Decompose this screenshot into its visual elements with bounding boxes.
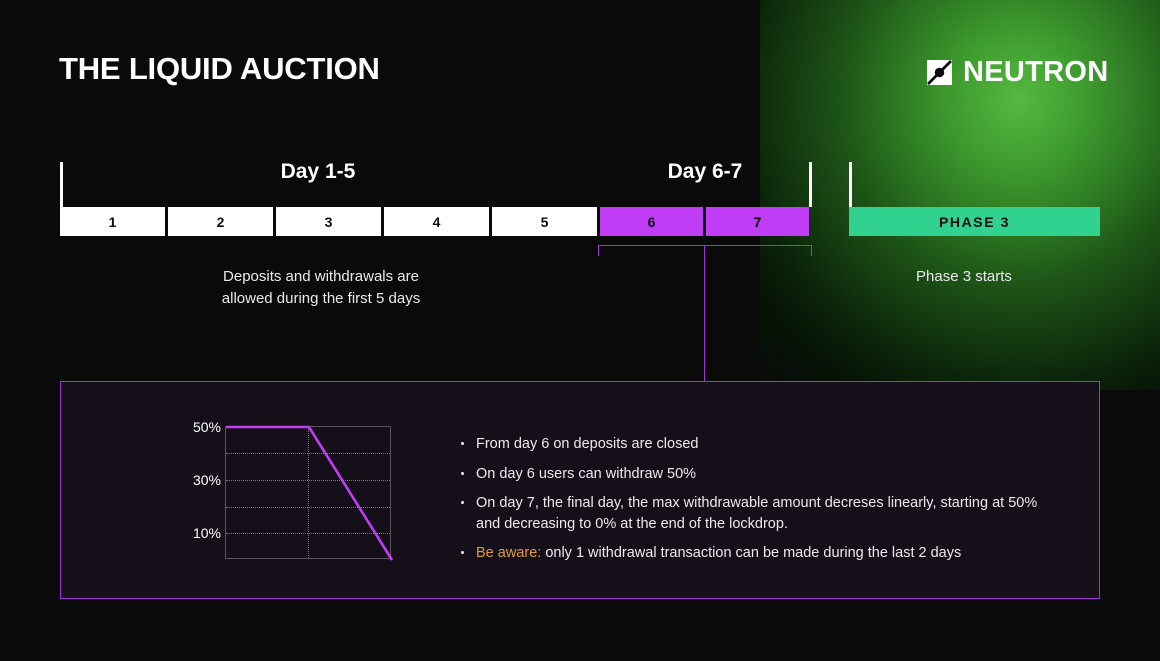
day-cell-7[interactable]: 7 <box>706 207 809 236</box>
caption-phase-3-starts: Phase 3 starts <box>849 266 1079 288</box>
neutron-logo-icon <box>927 60 952 85</box>
y-axis-tick-30: 30% <box>193 472 221 488</box>
chart-series-line <box>226 427 392 560</box>
bullet-item-4: Be aware: only 1 withdrawal transaction … <box>459 543 1059 564</box>
y-axis-tick-10: 10% <box>193 525 221 541</box>
day-cell-2[interactable]: 2 <box>168 207 273 236</box>
bullet-item-1: From day 6 on deposits are closed <box>459 434 1059 455</box>
day-cell-3[interactable]: 3 <box>276 207 381 236</box>
detail-panel: 50% 30% 10% From day 6 on deposits are c… <box>60 381 1100 599</box>
bullet-text-4: only 1 withdrawal transaction can be mad… <box>541 545 961 561</box>
timeline-tick-phase3 <box>849 162 852 207</box>
bullet-item-2: On day 6 users can withdraw 50% <box>459 464 1059 485</box>
y-axis-tick-50: 50% <box>193 419 221 435</box>
group-label-day-6-7: Day 6-7 <box>598 160 812 184</box>
day-cell-4[interactable]: 4 <box>384 207 489 236</box>
bullet-item-3: On day 7, the final day, the max withdra… <box>459 493 1059 534</box>
withdrawal-curve-chart: 50% 30% 10% <box>165 426 395 563</box>
group-label-day-1-5: Day 1-5 <box>60 160 576 184</box>
bullet-text-3: On day 7, the final day, the max withdra… <box>476 495 1037 532</box>
day-cell-5[interactable]: 5 <box>492 207 597 236</box>
brand-lockup: NEUTRON <box>927 58 1109 87</box>
bracket-connector-line <box>704 245 705 381</box>
phase-3-bar[interactable]: PHASE 3 <box>849 207 1100 236</box>
brand-name: NEUTRON <box>963 58 1109 87</box>
bullet-warning-lead: Be aware: <box>476 545 541 561</box>
day-cell-6[interactable]: 6 <box>600 207 703 236</box>
page-title: THE LIQUID AUCTION <box>59 51 380 87</box>
day-cell-1[interactable]: 1 <box>60 207 165 236</box>
chart-plot-area <box>225 426 391 559</box>
slide-root: THE LIQUID AUCTION NEUTRON Day 1-5 Day 6… <box>0 0 1160 661</box>
bullet-text-2: On day 6 users can withdraw 50% <box>476 466 696 482</box>
day-6-7-bracket <box>598 245 812 256</box>
bullet-list: From day 6 on deposits are closed On day… <box>459 434 1059 573</box>
bullet-text-1: From day 6 on deposits are closed <box>476 436 698 452</box>
caption-deposits-withdrawals: Deposits and withdrawals are allowed dur… <box>146 266 496 310</box>
